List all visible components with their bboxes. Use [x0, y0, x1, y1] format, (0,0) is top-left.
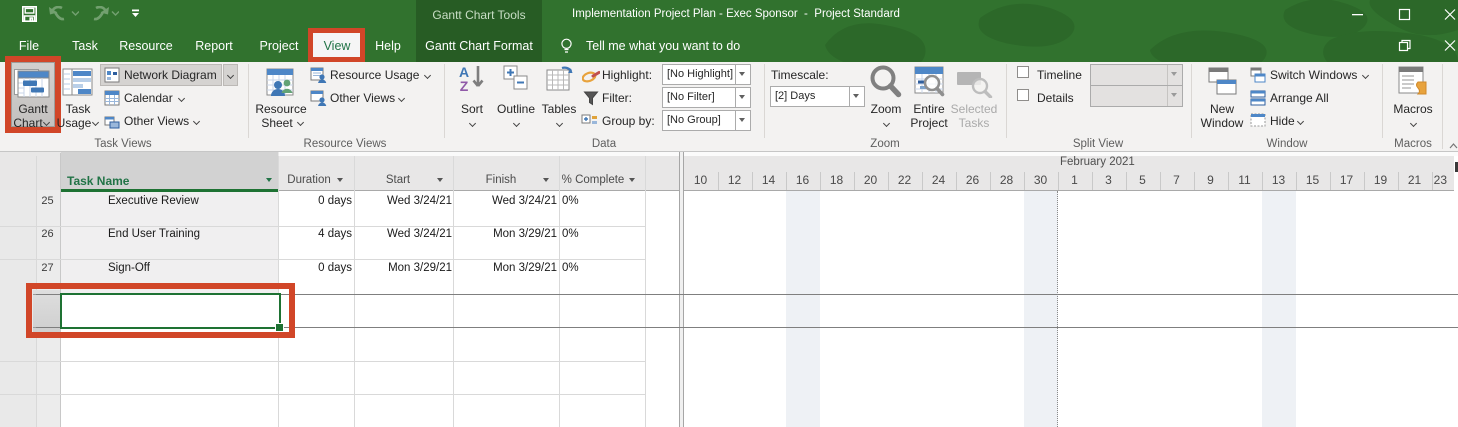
- svg-text:Z: Z: [460, 78, 469, 94]
